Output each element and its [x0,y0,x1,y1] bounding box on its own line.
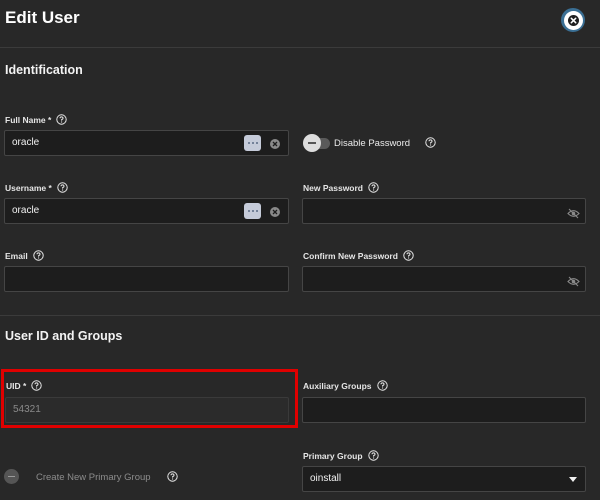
new-password-label-text: New Password [303,182,363,193]
more-dots-icon[interactable] [244,135,261,151]
clear-icon[interactable] [269,137,281,149]
full-name-field[interactable]: oracle [4,130,289,156]
help-icon[interactable] [368,182,379,193]
chevron-down-icon[interactable] [569,477,577,482]
new-password-label: New Password [303,182,379,193]
primary-group-label: Primary Group [303,450,379,461]
full-name-label: Full Name * [5,114,67,125]
primary-group-label-text: Primary Group [303,450,363,461]
close-icon [563,10,583,30]
highlight-box [1,369,298,428]
primary-group-select[interactable]: oinstall [302,466,586,492]
eye-off-icon[interactable] [567,274,580,287]
help-icon[interactable] [425,137,436,148]
username-value: oracle [12,205,40,216]
confirm-password-field[interactable] [302,266,586,292]
dialog-title: Edit User [5,8,80,27]
help-icon[interactable] [367,450,379,461]
full-name-label-text: Full Name * [5,114,52,125]
section-divider [0,315,600,316]
auxiliary-groups-field[interactable] [302,397,586,423]
toggle-knob[interactable] [303,134,321,152]
auxiliary-groups-label: Auxiliary Groups [303,380,388,391]
help-icon[interactable] [57,182,68,193]
clear-icon[interactable] [269,205,281,217]
username-label-text: Username * [5,182,52,193]
email-label: Email [5,250,44,261]
full-name-value: oracle [12,137,40,148]
username-label: Username * [5,182,68,193]
create-primary-group-label: Create New Primary Group [36,472,151,483]
eye-off-icon[interactable] [567,206,580,219]
section-title-identification: Identification [5,63,83,77]
more-dots-icon[interactable] [244,203,261,219]
dialog-header: Edit User [0,0,600,48]
new-password-field[interactable] [302,198,586,224]
email-field[interactable] [4,266,289,292]
help-icon[interactable] [167,471,178,482]
close-button[interactable] [561,8,585,32]
help-icon[interactable] [56,114,67,125]
auxiliary-groups-label-text: Auxiliary Groups [303,380,372,391]
primary-group-value: oinstall [310,473,342,484]
username-field[interactable]: oracle [4,198,289,224]
help-icon[interactable] [376,380,388,391]
help-icon[interactable] [403,250,414,261]
email-label-text: Email [5,250,28,261]
disable-password-label: Disable Password [334,138,411,149]
confirm-password-label: Confirm New Password [303,250,414,261]
section-title-user-id-groups: User ID and Groups [5,329,123,343]
create-primary-group-checkbox[interactable] [4,469,19,484]
confirm-password-label-text: Confirm New Password [303,250,398,261]
help-icon[interactable] [32,250,44,261]
